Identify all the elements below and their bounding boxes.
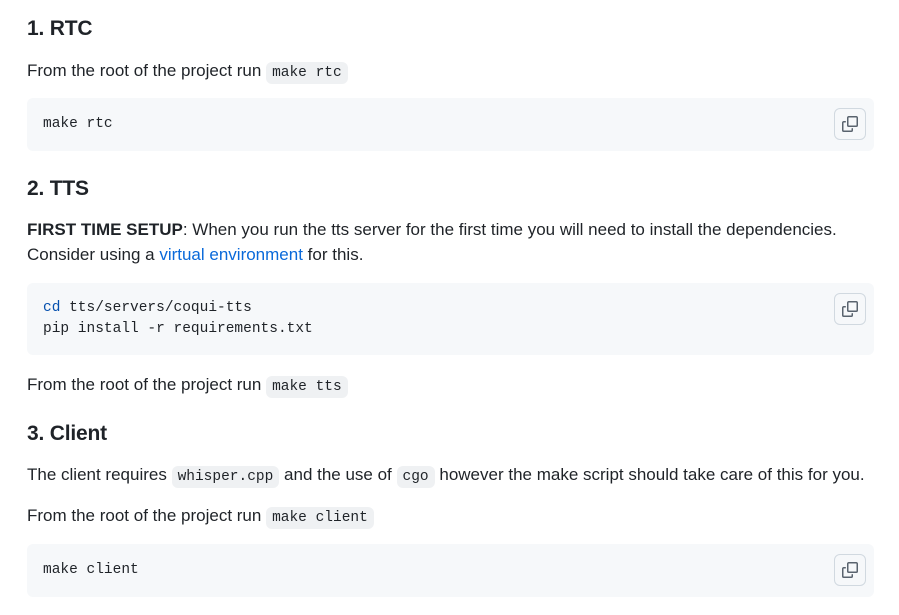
tts-copy-button[interactable] <box>834 293 866 325</box>
heading-rtc: 1. RTC <box>27 17 93 40</box>
cgo-inline-code: cgo <box>396 466 435 488</box>
tts-setup-text: : When you run the tts server for the fi… <box>182 220 837 239</box>
rtc-copy-button[interactable] <box>834 108 866 140</box>
tts-code-block: cd tts/servers/coqui-tts pip install -r … <box>27 283 874 355</box>
cd-keyword: cd <box>43 300 61 316</box>
rtc-code-block: make rtc <box>27 98 874 151</box>
virtual-environment-link[interactable]: virtual environment <box>159 245 303 264</box>
copy-icon <box>842 562 858 578</box>
client-req-mid: and the use of <box>284 465 392 484</box>
client-code-text[interactable]: make client <box>43 544 874 581</box>
rtc-run-paragraph: From the root of the project run make rt… <box>27 58 348 86</box>
copy-icon <box>842 116 858 132</box>
tts-consider-suffix: for this. <box>307 245 364 264</box>
client-req-prefix: The client requires <box>27 465 167 484</box>
first-time-setup-label: FIRST TIME SETUP <box>27 220 183 239</box>
tts-setup-paragraph: FIRST TIME SETUP: When you run the tts s… <box>27 217 874 242</box>
client-run-paragraph: From the root of the project run make cl… <box>27 503 374 531</box>
tts-consider-prefix: Consider using a <box>27 245 155 264</box>
heading-client: 3. Client <box>27 422 107 445</box>
client-requires-paragraph: The client requires whisper.cpp and the … <box>27 462 874 490</box>
tts-code-text[interactable]: cd tts/servers/coqui-tts pip install -r … <box>43 283 874 340</box>
client-run-inline-code: make client <box>266 507 374 529</box>
tts-run-inline-code: make tts <box>266 376 348 398</box>
client-req-suffix: however the make script should take care… <box>439 465 865 484</box>
copy-icon <box>842 301 858 317</box>
client-code-block: make client <box>27 544 874 597</box>
tts-run-paragraph: From the root of the project run make tt… <box>27 372 348 400</box>
tts-code-line1: tts/servers/coqui-tts <box>60 300 252 316</box>
rtc-run-prefix: From the root of the project run <box>27 61 262 80</box>
client-copy-button[interactable] <box>834 554 866 586</box>
rtc-run-inline-code: make rtc <box>266 62 348 84</box>
rtc-code-text[interactable]: make rtc <box>43 98 874 135</box>
tts-consider-paragraph: Consider using a virtual environment for… <box>27 242 363 267</box>
whisper-cpp-inline-code: whisper.cpp <box>171 466 280 488</box>
tts-code-line2: pip install -r requirements.txt <box>43 321 313 337</box>
tts-run-prefix: From the root of the project run <box>27 375 262 394</box>
client-run-prefix: From the root of the project run <box>27 506 262 525</box>
heading-tts: 2. TTS <box>27 177 89 200</box>
